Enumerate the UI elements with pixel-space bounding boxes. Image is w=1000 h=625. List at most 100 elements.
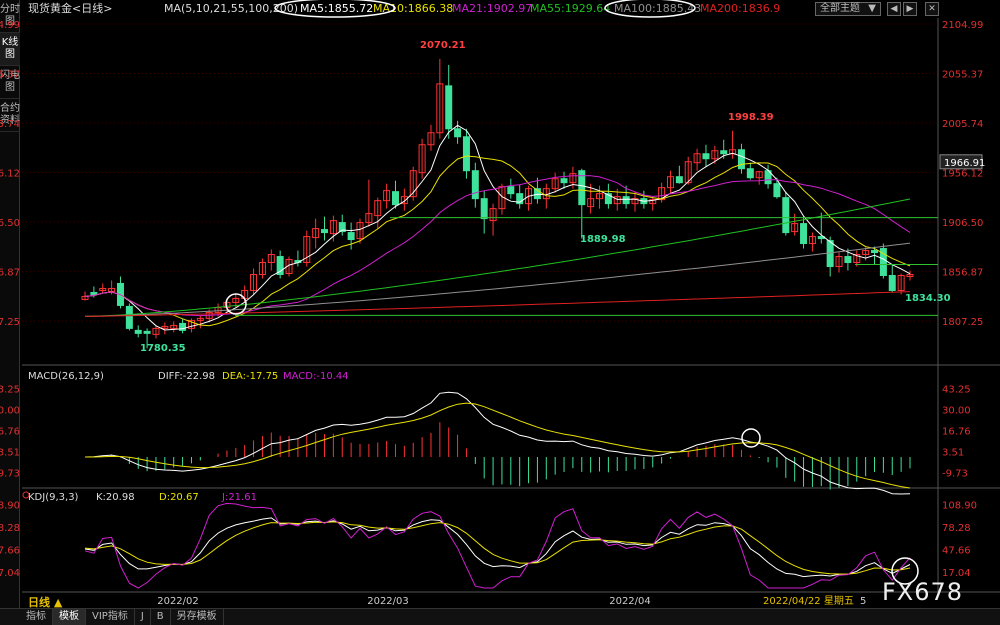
candle-body: [675, 176, 683, 184]
tab-j[interactable]: J: [135, 608, 151, 625]
kdj-tick-left: 17.04: [0, 568, 20, 579]
candle-body: [773, 183, 781, 198]
theme-select[interactable]: 全部主题 ▼: [815, 2, 881, 16]
candle-body: [321, 229, 329, 234]
price-annotation: 1998.39: [728, 112, 774, 123]
macd-tick-right: 30.00: [942, 405, 971, 416]
price-tick-right: 1856.87: [942, 268, 983, 279]
x-axis-label: 2022/04: [609, 596, 651, 607]
candle-body: [125, 305, 133, 329]
candle-body: [622, 196, 630, 205]
price-tick-right: 1906.50: [942, 218, 983, 229]
bottom-toolbar: 指标 模板 VIP指标 J B 另存模板: [0, 608, 1000, 625]
price-annotation: 2070.21: [420, 40, 466, 51]
macd-tick-right: 16.76: [942, 426, 971, 437]
price-tick-left: 2104.99: [0, 20, 20, 31]
macd-diff: DIFF:-22.98: [158, 371, 215, 382]
price-annotation: 1780.35: [140, 343, 186, 354]
crosshair-date-tail: 5: [860, 596, 866, 607]
macd-diff-line: [84, 391, 911, 495]
instrument-title: 现货黄金<日线>: [28, 1, 112, 15]
candle-body: [507, 186, 515, 195]
macd-tick-left: 43.25: [0, 384, 20, 395]
candle-body: [90, 291, 98, 295]
kdj-d: D:20.67: [159, 492, 199, 503]
crosshair-date: 2022/04/22 星期五: [763, 595, 854, 607]
macd-params: MACD(26,12,9): [28, 371, 104, 382]
highlight-circle: [741, 428, 761, 448]
kdj-tick-right: 47.66: [942, 545, 971, 556]
price-annotation: 1889.98: [580, 234, 626, 245]
chart-canvas[interactable]: 现货黄金<日线> MA(5,10,21,55,100,200) MA5:1855.7…: [0, 0, 1000, 608]
candle-body: [471, 170, 479, 200]
macd-tick-right: 3.51: [942, 447, 964, 458]
kdj-j-line: [84, 502, 911, 589]
candle-body: [871, 250, 879, 254]
price-tick-left: 1906.50: [0, 218, 20, 229]
candle-body: [702, 153, 710, 160]
prev-icon[interactable]: ◀: [887, 2, 901, 16]
candle-body: [720, 150, 728, 155]
price-tick-left: 1956.12: [0, 169, 20, 180]
macd-tick-left: -9.73: [0, 468, 20, 479]
kdj-params: KDJ(9,3,3): [28, 492, 79, 503]
next-icon[interactable]: ▶: [903, 2, 917, 16]
candle-body: [462, 136, 470, 172]
price-tick-left: 2055.37: [0, 70, 20, 81]
close-icon[interactable]: ✕: [925, 2, 939, 16]
price-tick-right: 1807.25: [942, 317, 983, 328]
ma-value-label: MA200:1836.9: [700, 2, 780, 15]
ma-params: MA(5,10,21,55,100,200): [164, 2, 298, 15]
price-tick-right: 2005.74: [942, 119, 983, 130]
candle-body: [445, 85, 453, 130]
kdj-tick-right: 108.90: [942, 500, 977, 511]
macd-tick-right: 43.25: [942, 384, 971, 395]
kdj-tick-left: 108.90: [0, 500, 20, 511]
price-tick-left: 1856.87: [0, 268, 20, 279]
candle-body: [844, 256, 852, 264]
current-price-label: 1966.91: [944, 158, 985, 169]
tab-b[interactable]: B: [151, 608, 171, 625]
watermark-logo: FX678: [882, 578, 964, 606]
tab-template[interactable]: 模板: [53, 608, 86, 625]
tab-vip-indicator[interactable]: VIP指标: [86, 608, 135, 625]
price-tick-left: 2005.74: [0, 119, 20, 130]
x-axis-label: 2022/02: [157, 596, 199, 607]
candle-body: [143, 330, 151, 334]
candle-body: [737, 149, 745, 170]
kdj-j: J:21.61: [221, 492, 257, 503]
price-tick-right: 1956.12: [942, 169, 983, 180]
macd-dea: DEA:-17.75: [222, 371, 278, 382]
candle-body: [888, 274, 896, 291]
price-annotation: 1834.30: [905, 293, 951, 304]
candle-body: [134, 329, 142, 334]
macd-tick-left: 3.51: [0, 447, 20, 458]
kdj-k: K:20.98: [96, 492, 135, 503]
chevron-down-icon: ▼: [868, 3, 876, 14]
candle-body: [560, 178, 568, 184]
theme-select-label: 全部主题: [820, 3, 860, 14]
macd-value: MACD:-10.44: [283, 371, 349, 382]
kdj-tick-left: 78.28: [0, 523, 20, 534]
macd-tick-left: 16.76: [0, 426, 20, 437]
price-tick-right: 2055.37: [942, 70, 983, 81]
kdj-tick-left: 47.66: [0, 545, 20, 556]
candle-body: [347, 232, 355, 241]
candle-body: [454, 128, 462, 138]
macd-tick-right: -9.73: [942, 468, 968, 479]
tab-indicator[interactable]: 指标: [20, 608, 53, 625]
candle-body: [391, 191, 399, 206]
candle-body: [800, 223, 808, 245]
tab-save-template[interactable]: 另存模板: [171, 608, 224, 625]
ma-value-label: MA55:1929.64: [530, 2, 610, 15]
price-tick-left: 1807.25: [0, 317, 20, 328]
macd-tick-left: 30.00: [0, 405, 20, 416]
ma-value-label: MA5:1855.72: [300, 2, 373, 15]
ma-value-label: MA21:1902.97: [452, 2, 532, 15]
x-axis-label: 2022/03: [367, 596, 409, 607]
kdj-tick-right: 78.28: [942, 523, 971, 534]
price-tick-right: 2104.99: [942, 20, 983, 31]
candle-body: [746, 168, 754, 179]
kdj-k-line: [84, 517, 911, 578]
candle-body: [782, 197, 790, 234]
